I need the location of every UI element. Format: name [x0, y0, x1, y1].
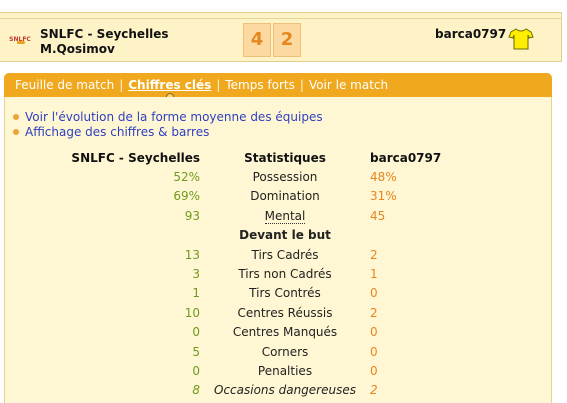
bars-display-link[interactable]: Affichage des chiffres & barres — [25, 125, 209, 139]
tab-feuille-de-match[interactable]: Feuille de match — [10, 78, 119, 92]
stat-away-value: 1 — [370, 267, 378, 282]
home-team-logo: SNLFC — [9, 33, 31, 46]
stat-home-value: 10 — [184, 305, 200, 320]
stat-away-value: 0 — [370, 363, 378, 378]
stat-label: Centres Réussis — [237, 305, 333, 320]
stat-row-centres-reussis: 10 Centres Réussis 2 — [45, 303, 490, 322]
link-row: Voir l'évolution de la forme moyenne des… — [11, 110, 323, 125]
bullet-icon — [13, 114, 19, 120]
stat-label: Domination — [250, 189, 320, 204]
stat-away-value: 0 — [370, 286, 378, 301]
stat-row-tirs-contres: 1 Tirs Contrés 0 — [45, 284, 490, 303]
stat-label: Possession — [252, 170, 318, 185]
stat-home-value: 52% — [173, 170, 200, 185]
tab-voir-le-match[interactable]: Voir le match — [304, 78, 393, 92]
section-title: Devant le but — [239, 228, 331, 243]
stat-away-value: 2 — [370, 305, 378, 320]
stat-away-value: 0 — [370, 344, 378, 359]
empty-cell — [370, 226, 490, 245]
stat-row-mental: 93 Mental 45 — [45, 206, 490, 225]
stat-label: Tirs Cadrés — [251, 247, 319, 262]
stat-row-possession: 52% Possession 48% — [45, 167, 490, 186]
away-score: 2 — [273, 23, 301, 57]
stat-label: Tirs Contrés — [249, 286, 321, 301]
stat-row-tirs-cadres: 13 Tirs Cadrés 2 — [45, 245, 490, 264]
stat-away-value: 2 — [370, 383, 378, 398]
tab-chiffres-cles[interactable]: Chiffres clés — [123, 78, 216, 101]
stat-label: Centres Manqués — [232, 325, 338, 340]
stat-home-value: 0 — [192, 363, 200, 378]
empty-cell — [45, 226, 200, 245]
stat-home-value: 13 — [184, 247, 200, 262]
tab-chiffres-cles-label: Chiffres clés — [128, 78, 212, 92]
away-team-name[interactable]: barca0797 — [435, 27, 506, 41]
stat-label-cell: Mental — [200, 206, 370, 225]
bullet-icon — [13, 129, 19, 135]
stat-row-penalties: 0 Penalties 0 — [45, 361, 490, 380]
stat-home-value: 3 — [192, 267, 200, 282]
stat-away-value: 31% — [370, 189, 397, 204]
stat-home-value: 0 — [192, 325, 200, 340]
mental-help-label[interactable]: Mental — [264, 208, 306, 224]
stats-section-row: Devant le but — [45, 226, 490, 245]
stat-row-occasions: 8 Occasions dangereuses 2 — [45, 381, 490, 400]
form-evolution-link[interactable]: Voir l'évolution de la forme moyenne des… — [25, 110, 323, 124]
link-row: Affichage des chiffres & barres — [11, 125, 323, 140]
tab-bar: Feuille de match | Chiffres clés | Temps… — [4, 73, 552, 101]
stat-label: Tirs non Cadrés — [238, 267, 332, 282]
stat-home-value: 69% — [173, 189, 200, 204]
header-divider — [0, 18, 561, 19]
stats-header-row: SNLFC - Seychelles Statistiques barca079… — [45, 148, 490, 167]
stats-header-away: barca0797 — [370, 150, 442, 165]
stat-row-tirs-non-cadres: 3 Tirs non Cadrés 1 — [45, 264, 490, 283]
stats-table: SNLFC - Seychelles Statistiques barca079… — [45, 148, 490, 400]
stat-home-value: 93 — [184, 208, 200, 223]
stat-row-corners: 5 Corners 0 — [45, 342, 490, 361]
stat-home-value: 5 — [192, 344, 200, 359]
stat-away-value: 2 — [370, 247, 378, 262]
stat-away-value: 0 — [370, 325, 378, 340]
stat-row-centres-manques: 0 Centres Manqués 0 — [45, 323, 490, 342]
stat-label: Occasions dangereuses — [214, 383, 356, 398]
stat-label: Corners — [261, 344, 309, 359]
tab-temps-forts[interactable]: Temps forts — [220, 78, 300, 92]
stat-away-value: 45 — [370, 208, 386, 223]
shirt-icon — [508, 28, 534, 50]
stats-panel: Voir l'évolution de la forme moyenne des… — [4, 97, 552, 403]
stats-header-label: Statistiques — [244, 150, 326, 165]
stat-label: Penalties — [257, 363, 313, 378]
logo-ball-icon — [17, 41, 25, 44]
home-coach-name[interactable]: M.Qosimov — [40, 42, 115, 56]
stat-row-domination: 69% Domination 31% — [45, 187, 490, 206]
panel-links: Voir l'évolution de la forme moyenne des… — [11, 110, 323, 140]
stat-away-value: 48% — [370, 170, 397, 185]
stat-home-value: 8 — [192, 383, 200, 398]
match-header: SNLFC SNLFC - Seychelles M.Qosimov 4 2 b… — [0, 12, 562, 62]
stat-home-value: 1 — [192, 286, 200, 301]
home-team-name[interactable]: SNLFC - Seychelles — [40, 27, 169, 41]
stats-header-home: SNLFC - Seychelles — [71, 150, 200, 165]
home-score: 4 — [243, 23, 271, 57]
